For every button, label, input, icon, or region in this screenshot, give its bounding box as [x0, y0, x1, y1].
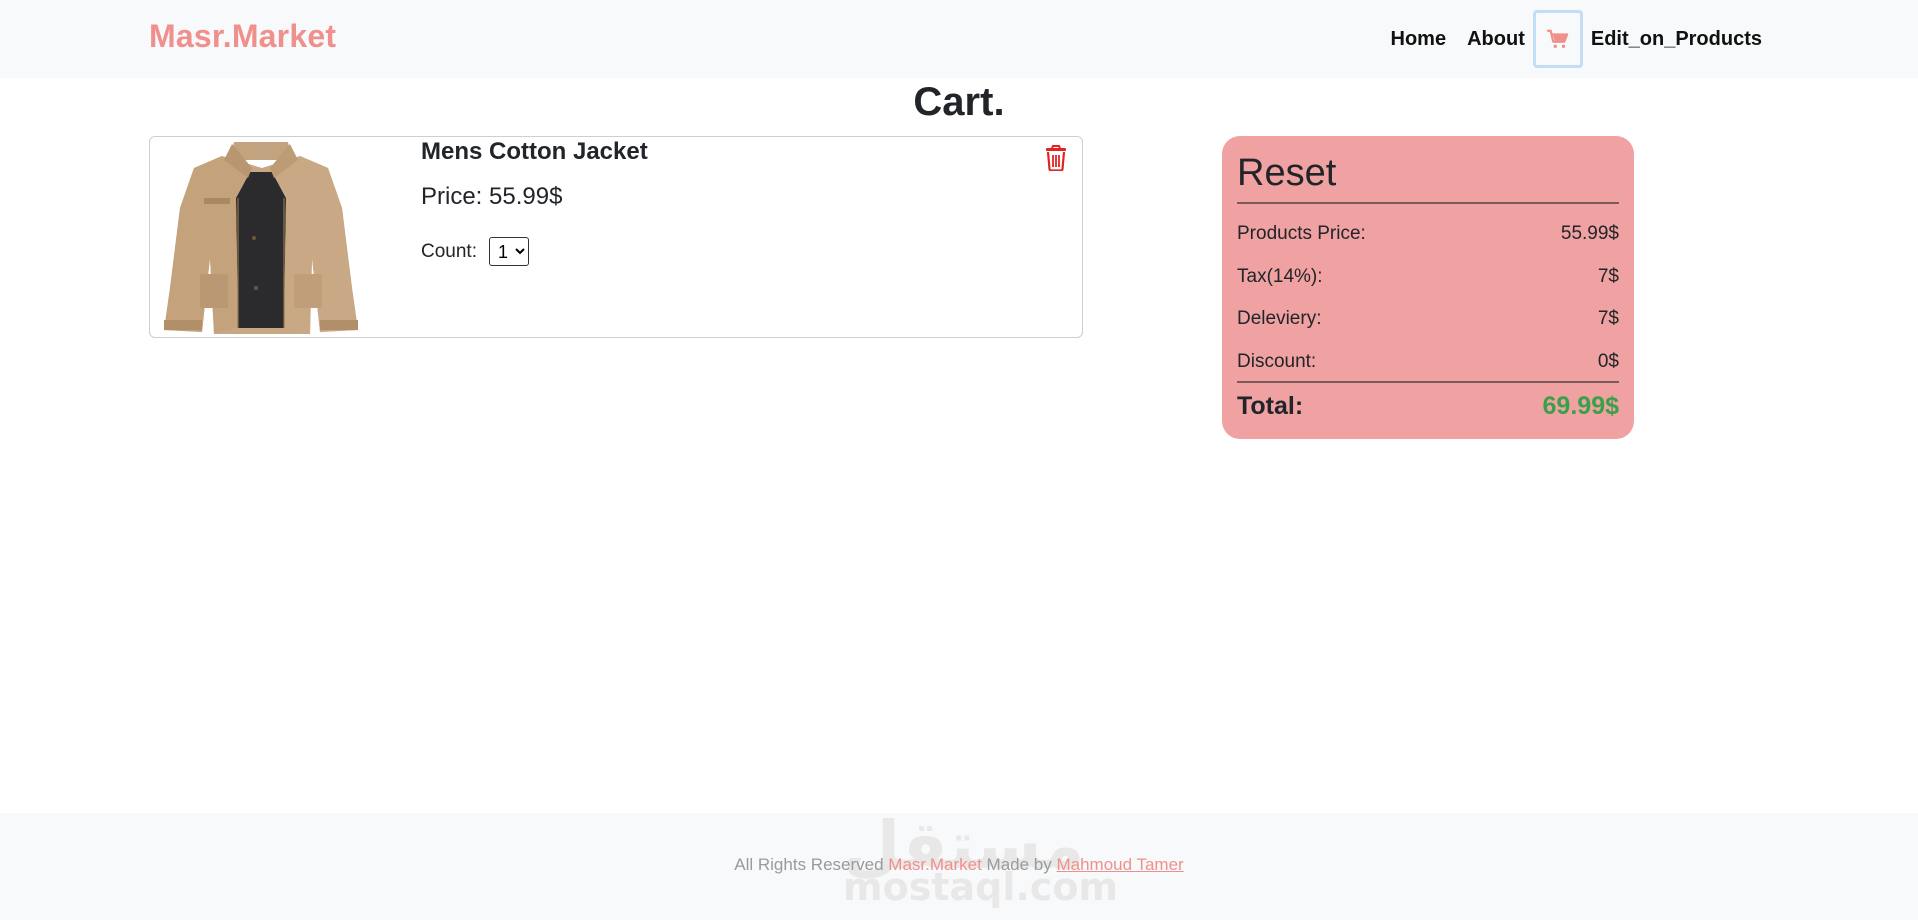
nav-cart-button[interactable]: [1532, 10, 1583, 68]
products-price-value: 55.99$: [1560, 223, 1619, 244]
delivery-label: Deleviery:: [1237, 308, 1322, 329]
receipt-row-products-price: Products Price: 55.99$: [1237, 223, 1619, 245]
discount-label: Discount:: [1237, 351, 1317, 372]
cart-item-card: Mens Cotton Jacket Price: 55.99$ Count: …: [149, 136, 1083, 338]
footer-author-link[interactable]: Mahmoud Tamer: [1056, 855, 1183, 874]
page-title: Cart.: [913, 80, 1005, 124]
count-label: Count:: [421, 240, 477, 262]
footer-brand-link[interactable]: Masr.Market: [888, 855, 982, 874]
brand-logo-link[interactable]: Masr.Market: [149, 18, 336, 55]
nav-link-edit-products[interactable]: Edit_on_Products: [1591, 28, 1762, 51]
total-label: Total:: [1237, 392, 1304, 420]
nav-link-about[interactable]: About: [1467, 28, 1525, 51]
receipt-divider: [1237, 202, 1619, 204]
shopping-cart-icon: [1546, 29, 1569, 48]
receipt-row-total: Total: 69.99$: [1237, 392, 1619, 421]
delivery-value: 7$: [1597, 308, 1619, 329]
products-price-label: Products Price:: [1237, 223, 1366, 244]
jacket-image: [152, 138, 370, 336]
nav-links: Home About Edit_on_Products: [1370, 10, 1762, 68]
receipt-row-discount: Discount: 0$: [1237, 351, 1619, 373]
receipt-row-delivery: Deleviery: 7$: [1237, 308, 1619, 330]
receipt-divider: [1237, 381, 1619, 383]
nav-link-home[interactable]: Home: [1391, 28, 1447, 51]
footer-copyright: All Rights Reserved Masr.Market Made by …: [0, 855, 1918, 875]
discount-value: 0$: [1597, 351, 1619, 372]
tax-label: Tax(14%):: [1237, 266, 1323, 287]
footer: مستقل mostaql.com All Rights Reserved Ma…: [0, 807, 1918, 920]
trash-icon: [1046, 145, 1066, 171]
receipt-row-tax: Tax(14%): 7$: [1237, 266, 1619, 288]
product-price: Price: 55.99$: [421, 183, 563, 210]
product-name: Mens Cotton Jacket: [421, 138, 648, 165]
footer-made-by: Made by: [981, 855, 1057, 874]
count-row: Count: 1: [421, 237, 529, 266]
tax-value: 7$: [1597, 266, 1619, 287]
receipt-title: Reset: [1237, 152, 1337, 194]
delete-item-button[interactable]: [1042, 143, 1070, 173]
total-value: 69.99$: [1542, 392, 1619, 420]
quantity-select[interactable]: 1: [488, 237, 529, 266]
navbar: Masr.Market Home About Edit_on_Products: [0, 0, 1918, 78]
footer-prefix: All Rights Reserved: [734, 855, 889, 874]
receipt-summary: Reset Products Price: 55.99$ Tax(14%): 7…: [1222, 136, 1634, 439]
